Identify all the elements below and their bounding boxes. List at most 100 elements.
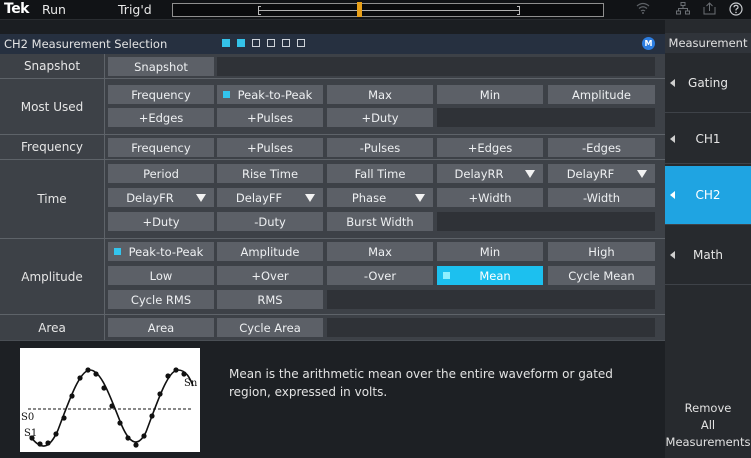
label-s0: S0 (21, 412, 34, 423)
area-button[interactable]: Area (108, 318, 214, 337)
pos-over-button[interactable]: +Over (217, 266, 323, 285)
remove-label-line: All (700, 418, 716, 432)
pos-pulses-button[interactable]: +Pulses (217, 138, 323, 157)
burst-width-button[interactable]: Burst Width (327, 212, 433, 231)
delay-fr-dropdown[interactable]: DelayFR (108, 188, 214, 207)
high-button[interactable]: High (548, 242, 655, 261)
cell-label: -Width (582, 190, 621, 205)
pos-duty-button[interactable]: +Duty (108, 212, 214, 231)
cell-label: DelayFF (235, 190, 283, 205)
cell-label: +Pulses (247, 140, 293, 155)
cell-label: Fall Time (354, 166, 406, 181)
cell-label: +Duty (361, 110, 399, 125)
delay-rr-dropdown[interactable]: DelayRR (437, 164, 543, 183)
phase-dropdown[interactable]: Phase (327, 188, 433, 207)
most-used-max-button[interactable]: Max (327, 85, 433, 104)
amplitude-button[interactable]: Amplitude (217, 242, 323, 261)
neg-width-button[interactable]: -Width (548, 188, 655, 207)
cell-label: Amplitude (240, 244, 300, 259)
rms-button[interactable]: RMS (217, 290, 323, 309)
most-used-min-button[interactable]: Min (437, 85, 543, 104)
mean-button[interactable]: Mean (437, 266, 543, 285)
side-button-gating[interactable]: Gating (665, 54, 751, 113)
cell-label: +Pulses (247, 110, 293, 125)
cell-label: Peak-to-Peak (237, 87, 313, 102)
most-used-pos-edges-button[interactable]: +Edges (108, 108, 214, 127)
trigger-position-marker[interactable] (357, 2, 362, 17)
label-s1: S1 (24, 428, 37, 439)
delay-rf-dropdown[interactable]: DelayRF (548, 164, 655, 183)
cell-label: Low (149, 268, 173, 283)
page-dot[interactable] (282, 39, 290, 47)
expand-left-icon (670, 79, 675, 87)
selected-indicator-icon (223, 91, 230, 98)
row-label-amplitude: Amplitude (0, 239, 104, 314)
amplitude-peak-to-peak-button[interactable]: Peak-to-Peak (108, 242, 214, 261)
cell-label: Cycle RMS (130, 292, 192, 307)
side-button-math[interactable]: Math (665, 226, 751, 285)
cell-label: Mean (479, 268, 511, 283)
cycle-mean-button[interactable]: Cycle Mean (548, 266, 655, 285)
cell-label: -Edges (581, 140, 622, 155)
acquisition-state[interactable]: Run (42, 2, 66, 17)
measurement-grid: Snapshot Most Used Frequency Time Amplit… (0, 54, 665, 340)
pos-edges-button[interactable]: +Edges (437, 138, 543, 157)
neg-edges-button[interactable]: -Edges (548, 138, 655, 157)
page-dot[interactable] (297, 39, 305, 47)
max-button[interactable]: Max (327, 242, 433, 261)
oscilloscope-screen: Tek Run Trig'd CH2 Measurement Selection (0, 0, 751, 458)
cell-label: High (588, 244, 615, 259)
mean-waveform-illustration: S0 S1 Sn (20, 348, 200, 452)
row-label-frequency: Frequency (0, 135, 104, 159)
fall-time-button[interactable]: Fall Time (327, 164, 433, 183)
dropdown-triangle-icon (196, 194, 206, 202)
network-icon[interactable] (676, 2, 690, 18)
cell-label: Burst Width (346, 214, 414, 229)
wifi-icon[interactable] (636, 2, 650, 17)
cell-label: -Over (363, 268, 397, 283)
cycle-rms-button[interactable]: Cycle RMS (108, 290, 214, 309)
empty-cell (437, 108, 655, 127)
record-view[interactable] (172, 2, 604, 17)
pos-width-button[interactable]: +Width (437, 188, 543, 207)
min-button[interactable]: Min (437, 242, 543, 261)
most-used-peak-to-peak-button[interactable]: Peak-to-Peak (217, 85, 323, 104)
page-dot[interactable] (267, 39, 275, 47)
most-used-amplitude-button[interactable]: Amplitude (548, 85, 655, 104)
dropdown-triangle-icon (637, 170, 647, 178)
page-dot[interactable] (237, 39, 245, 47)
neg-pulses-button[interactable]: -Pulses (327, 138, 433, 157)
most-used-pos-duty-button[interactable]: +Duty (327, 108, 433, 127)
neg-duty-button[interactable]: -Duty (217, 212, 323, 231)
period-button[interactable]: Period (108, 164, 214, 183)
cell-label: DelayFR (126, 190, 174, 205)
page-dot[interactable] (252, 39, 260, 47)
low-button[interactable]: Low (108, 266, 214, 285)
side-button-ch1[interactable]: CH1 (665, 114, 751, 164)
trigger-status[interactable]: Trig'd (118, 2, 152, 17)
cycle-area-button[interactable]: Cycle Area (217, 318, 323, 337)
export-icon[interactable] (703, 2, 717, 18)
delay-ff-dropdown[interactable]: DelayFF (217, 188, 323, 207)
row-label-area: Area (0, 315, 104, 340)
page-dot[interactable] (222, 39, 230, 47)
remove-all-measurements-button[interactable]: Remove All Measurements (665, 400, 751, 451)
cell-label: Max (368, 244, 392, 259)
cell-label: Cycle Area (239, 320, 301, 335)
frequency-button[interactable]: Frequency (108, 138, 214, 157)
rise-time-button[interactable]: Rise Time (217, 164, 323, 183)
cell-label: +Over (251, 268, 289, 283)
dropdown-triangle-icon (305, 194, 315, 202)
measurement-badge-icon[interactable]: M (642, 37, 655, 50)
remove-label-line: Measurements (665, 435, 751, 449)
neg-over-button[interactable]: -Over (327, 266, 433, 285)
side-button-ch2[interactable]: CH2 (665, 166, 751, 225)
most-used-frequency-button[interactable]: Frequency (108, 85, 214, 104)
snapshot-button[interactable]: Snapshot (108, 57, 214, 76)
most-used-pos-pulses-button[interactable]: +Pulses (217, 108, 323, 127)
help-icon[interactable] (729, 2, 743, 19)
top-status-bar: Tek Run Trig'd (0, 0, 751, 20)
measurement-selection-header: CH2 Measurement Selection M (0, 34, 665, 54)
row-label-time: Time (0, 160, 104, 238)
record-bracket-left (258, 6, 261, 15)
